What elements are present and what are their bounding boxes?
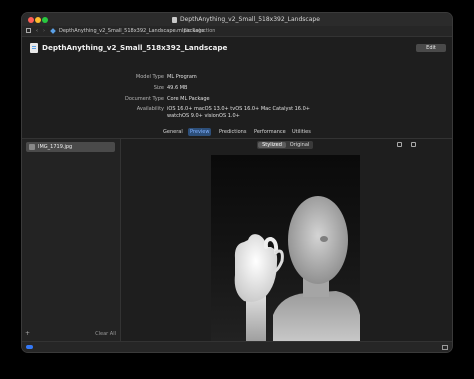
- segment-stylized[interactable]: Stylized: [258, 142, 286, 148]
- window-title: DepthAnything_v2_Small_518x392_Landscape: [172, 13, 320, 26]
- document-icon: [172, 16, 177, 23]
- close-window-button[interactable]: [28, 16, 34, 23]
- tab-preview[interactable]: Preview: [188, 128, 212, 136]
- clear-all-button[interactable]: Clear All: [95, 331, 116, 337]
- list-item-label: IMG_1719.jpg: [38, 144, 73, 150]
- model-name: DepthAnything_v2_Small_518x392_Landscape: [42, 43, 228, 52]
- mlpackage-icon: [30, 43, 38, 53]
- input-sidebar: IMG_1719.jpg + Clear All: [22, 139, 121, 341]
- minimize-window-button[interactable]: [35, 16, 41, 23]
- model-header: DepthAnything_v2_Small_518x392_Landscape…: [22, 37, 452, 125]
- status-bar: [22, 341, 452, 352]
- forward-button[interactable]: ›: [43, 26, 45, 36]
- tab-utilities[interactable]: Utilities: [290, 128, 313, 136]
- xcode-window: DepthAnything_v2_Small_518x392_Landscape…: [22, 13, 452, 352]
- path-file[interactable]: DepthAnything_v2_Small_518x392_Landscape…: [59, 26, 205, 36]
- prop-value-availability: iOS 16.0+ macOS 13.0+ tvOS 16.0+ Mac Cat…: [167, 106, 310, 112]
- path-separator: ›: [175, 28, 177, 34]
- tab-performance[interactable]: Performance: [252, 128, 288, 136]
- prop-label-availability: Availability: [136, 106, 164, 112]
- prop-label-size: Size: [153, 85, 164, 91]
- view-mode-control: Stylized Original: [257, 141, 313, 149]
- export-icon[interactable]: [397, 142, 402, 147]
- depth-map-graphic: [234, 196, 360, 342]
- title-bar: DepthAnything_v2_Small_518x392_Landscape: [22, 13, 452, 26]
- preview-pane: Stylized Original: [121, 139, 452, 342]
- window-title-text: DepthAnything_v2_Small_518x392_Landscape: [180, 16, 320, 23]
- path-selection[interactable]: No Selection: [184, 26, 215, 36]
- depth-map-image: [211, 155, 360, 342]
- back-button[interactable]: ‹: [36, 26, 38, 36]
- add-input-button[interactable]: +: [25, 330, 30, 337]
- package-icon: [50, 28, 56, 34]
- editor-tabs: General Preview Predictions Performance …: [22, 127, 452, 137]
- zoom-window-button[interactable]: [42, 16, 48, 23]
- prop-label-document-type: Document Type: [125, 96, 164, 102]
- prop-value-model-type: ML Program: [167, 74, 197, 80]
- prop-value-document-type: Core ML Package: [167, 96, 210, 102]
- tab-general[interactable]: General: [161, 128, 185, 136]
- prop-value-availability-2: watchOS 9.0+ visionOS 1.0+: [167, 113, 240, 119]
- tab-predictions[interactable]: Predictions: [217, 128, 248, 136]
- toggle-icon[interactable]: [26, 345, 33, 349]
- list-item[interactable]: IMG_1719.jpg: [26, 142, 115, 152]
- open-external-icon[interactable]: [411, 142, 416, 147]
- path-bar: ‹ › DepthAnything_v2_Small_518x392_Lands…: [22, 26, 452, 37]
- related-items-icon[interactable]: [26, 28, 31, 33]
- prop-label-model-type: Model Type: [135, 74, 164, 80]
- prop-value-size: 49.6 MB: [167, 85, 188, 91]
- image-thumbnail-icon: [29, 144, 35, 150]
- edit-button[interactable]: Edit: [416, 44, 446, 52]
- panel-toggle-icon[interactable]: [442, 345, 448, 350]
- segment-original[interactable]: Original: [287, 142, 312, 148]
